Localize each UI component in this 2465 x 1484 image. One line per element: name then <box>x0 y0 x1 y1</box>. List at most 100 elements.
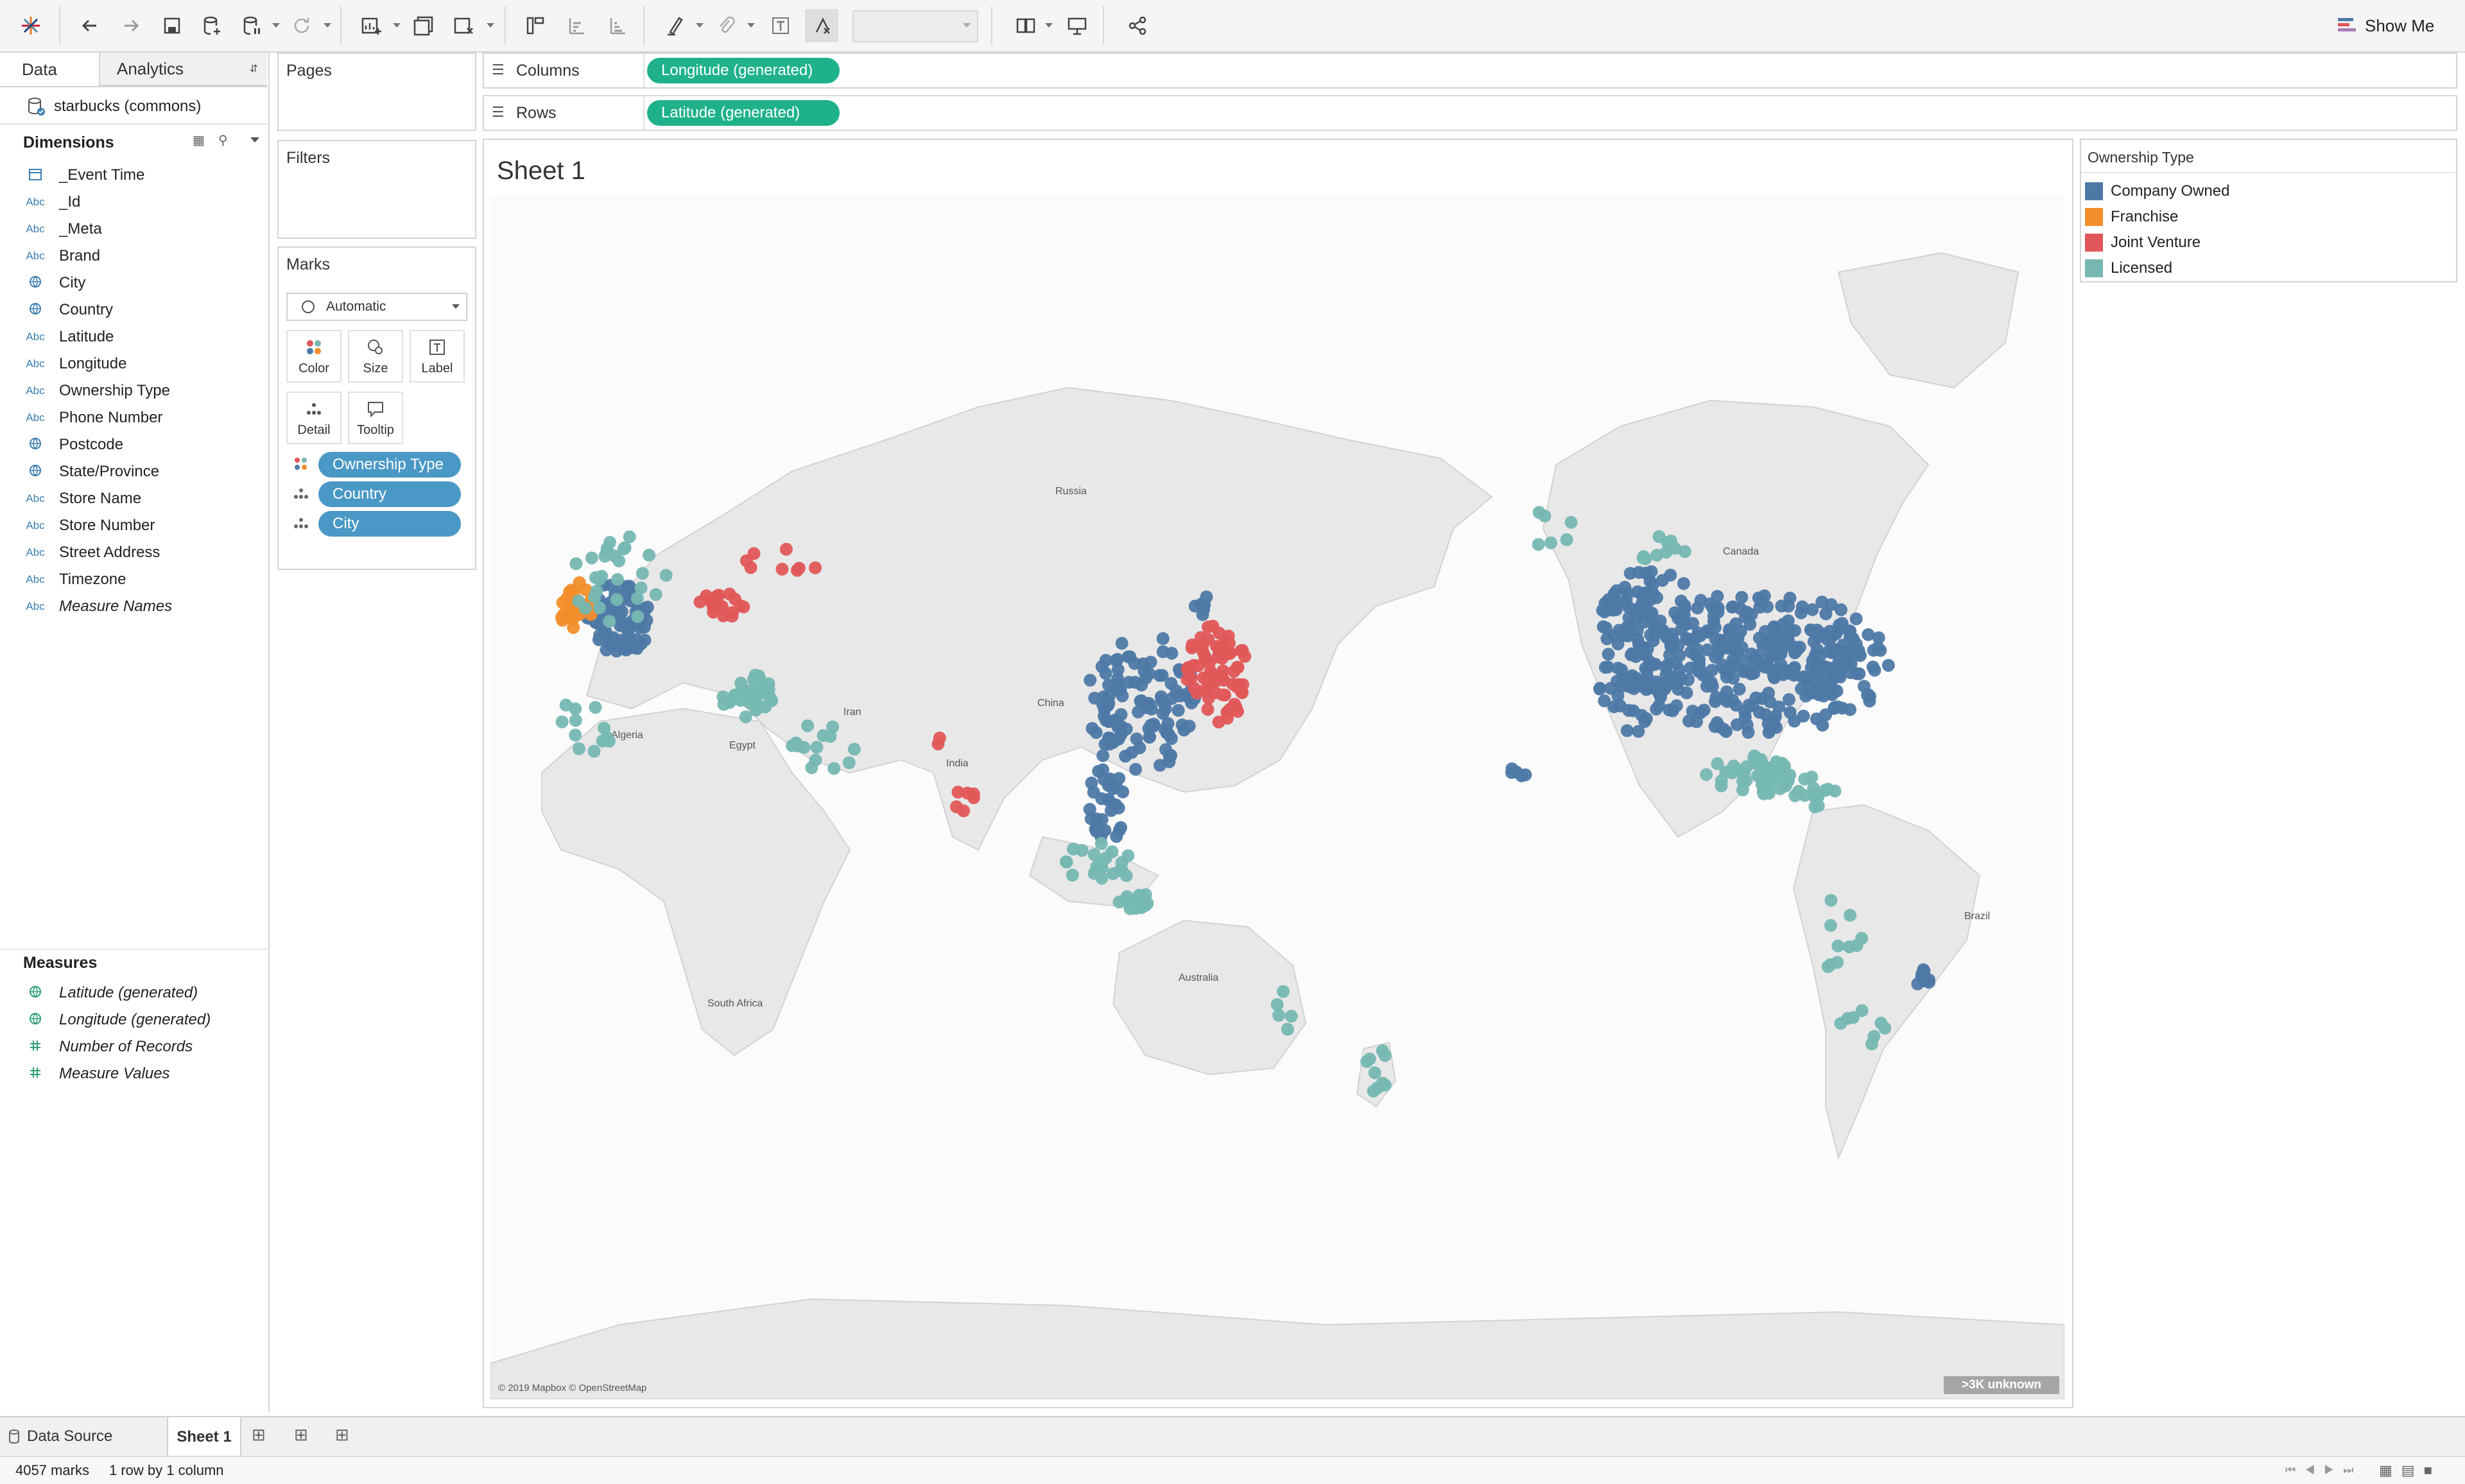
store-mark[interactable] <box>810 741 824 754</box>
store-mark[interactable] <box>1881 659 1895 672</box>
store-mark[interactable] <box>717 698 731 711</box>
new-data-source-icon[interactable] <box>195 9 229 42</box>
tab-analytics[interactable]: Analytics ⇵ <box>100 53 267 86</box>
store-mark[interactable] <box>1132 893 1145 907</box>
store-mark[interactable] <box>737 600 750 614</box>
store-mark[interactable] <box>1623 567 1637 580</box>
store-mark[interactable] <box>1738 664 1751 677</box>
store-mark[interactable] <box>1216 688 1229 702</box>
store-mark[interactable] <box>1638 647 1650 660</box>
dimension-field[interactable]: Abc Store Number <box>0 512 267 539</box>
store-mark[interactable] <box>1376 1044 1389 1057</box>
store-mark[interactable] <box>1116 689 1129 703</box>
store-mark[interactable] <box>1678 599 1691 612</box>
dimension-field[interactable]: Abc Phone Number <box>0 404 267 431</box>
store-mark[interactable] <box>1368 1066 1381 1080</box>
store-mark[interactable] <box>1752 705 1766 719</box>
store-mark[interactable] <box>1222 629 1235 643</box>
store-mark[interactable] <box>827 762 841 775</box>
store-mark[interactable] <box>563 585 576 598</box>
store-mark[interactable] <box>1191 659 1205 673</box>
store-mark[interactable] <box>1865 1037 1878 1051</box>
store-mark[interactable] <box>1672 612 1685 625</box>
store-mark[interactable] <box>1136 657 1150 671</box>
store-mark[interactable] <box>643 548 656 562</box>
size-button[interactable]: Size <box>348 330 403 383</box>
store-mark[interactable] <box>1111 677 1125 691</box>
store-mark[interactable] <box>1686 617 1699 630</box>
store-mark[interactable] <box>847 743 861 756</box>
store-mark[interactable] <box>1084 673 1097 687</box>
new-worksheet-icon[interactable] <box>354 9 388 42</box>
store-mark[interactable] <box>1153 669 1166 682</box>
dimension-field[interactable]: Abc _Meta <box>0 216 267 243</box>
store-mark[interactable] <box>1868 664 1881 677</box>
store-mark[interactable] <box>1849 612 1863 626</box>
store-mark[interactable] <box>1660 631 1674 644</box>
store-mark[interactable] <box>1212 715 1225 729</box>
tab-data[interactable]: Data <box>0 53 100 86</box>
store-mark[interactable] <box>1788 646 1801 660</box>
store-mark[interactable] <box>1198 598 1211 612</box>
store-mark[interactable] <box>1060 856 1073 868</box>
datasource-item[interactable]: starbucks (commons) <box>27 94 201 119</box>
dimension-field[interactable]: Abc Street Address <box>0 539 267 566</box>
store-mark[interactable] <box>631 592 644 605</box>
store-mark[interactable] <box>556 614 569 627</box>
store-mark[interactable] <box>1774 782 1786 795</box>
store-mark[interactable] <box>1715 779 1728 793</box>
store-mark[interactable] <box>1854 649 1867 662</box>
store-mark[interactable] <box>1611 675 1623 688</box>
store-mark[interactable] <box>1681 673 1695 687</box>
measure-field[interactable]: Latitude (generated) <box>0 979 267 1006</box>
store-mark[interactable] <box>1738 711 1752 723</box>
store-mark[interactable] <box>588 591 601 604</box>
store-mark[interactable] <box>1367 1084 1380 1098</box>
sort-descending-icon[interactable] <box>601 9 634 42</box>
store-mark[interactable] <box>1855 931 1869 945</box>
store-mark[interactable] <box>1622 611 1636 625</box>
store-mark[interactable] <box>739 710 752 723</box>
store-mark[interactable] <box>1788 714 1801 728</box>
store-mark[interactable] <box>1648 657 1662 671</box>
store-mark[interactable] <box>1231 660 1245 674</box>
tooltip-button[interactable]: Tooltip <box>348 392 403 444</box>
store-mark[interactable] <box>1727 671 1740 685</box>
store-mark[interactable] <box>1846 632 1860 646</box>
legend-item-licensed[interactable]: Licensed <box>2085 255 2172 281</box>
dimension-field[interactable]: Postcode <box>0 431 267 458</box>
swap-rows-columns-icon[interactable] <box>519 9 552 42</box>
store-mark[interactable] <box>1726 693 1739 707</box>
sheet-nav-icons[interactable]: ⏮◀▶⏭ <box>2285 1463 2363 1477</box>
store-mark[interactable] <box>1745 647 1758 660</box>
store-mark[interactable] <box>809 754 822 767</box>
store-mark[interactable] <box>1773 646 1786 659</box>
store-mark[interactable] <box>1769 709 1782 723</box>
store-mark[interactable] <box>1090 860 1103 874</box>
store-mark[interactable] <box>1639 552 1652 565</box>
store-mark[interactable] <box>1739 774 1752 788</box>
store-mark[interactable] <box>559 698 573 712</box>
rows-shelf[interactable]: ☰ Rows Latitude (generated) <box>483 95 2457 131</box>
store-mark[interactable] <box>1602 648 1615 661</box>
store-mark[interactable] <box>1272 1008 1286 1022</box>
marks-pill-country[interactable]: Country <box>318 481 461 507</box>
dimension-field[interactable]: Abc Measure Names <box>0 593 267 620</box>
store-mark[interactable] <box>1194 631 1207 644</box>
store-mark[interactable] <box>635 637 648 650</box>
store-mark[interactable] <box>1598 660 1612 674</box>
store-mark[interactable] <box>1611 661 1625 675</box>
sort-ascending-icon[interactable] <box>560 9 593 42</box>
store-mark[interactable] <box>1110 830 1123 843</box>
dimension-field[interactable]: City <box>0 270 267 297</box>
store-mark[interactable] <box>600 630 613 644</box>
store-mark[interactable] <box>1360 1055 1374 1068</box>
undo-icon[interactable] <box>73 9 107 42</box>
duplicate-sheet-icon[interactable] <box>407 9 440 42</box>
store-mark[interactable] <box>1102 731 1115 745</box>
store-mark[interactable] <box>1762 686 1775 700</box>
store-mark[interactable] <box>585 551 598 565</box>
store-mark[interactable] <box>786 739 799 752</box>
store-mark[interactable] <box>1201 703 1215 716</box>
legend-item-joint-venture[interactable]: Joint Venture <box>2085 230 2201 255</box>
